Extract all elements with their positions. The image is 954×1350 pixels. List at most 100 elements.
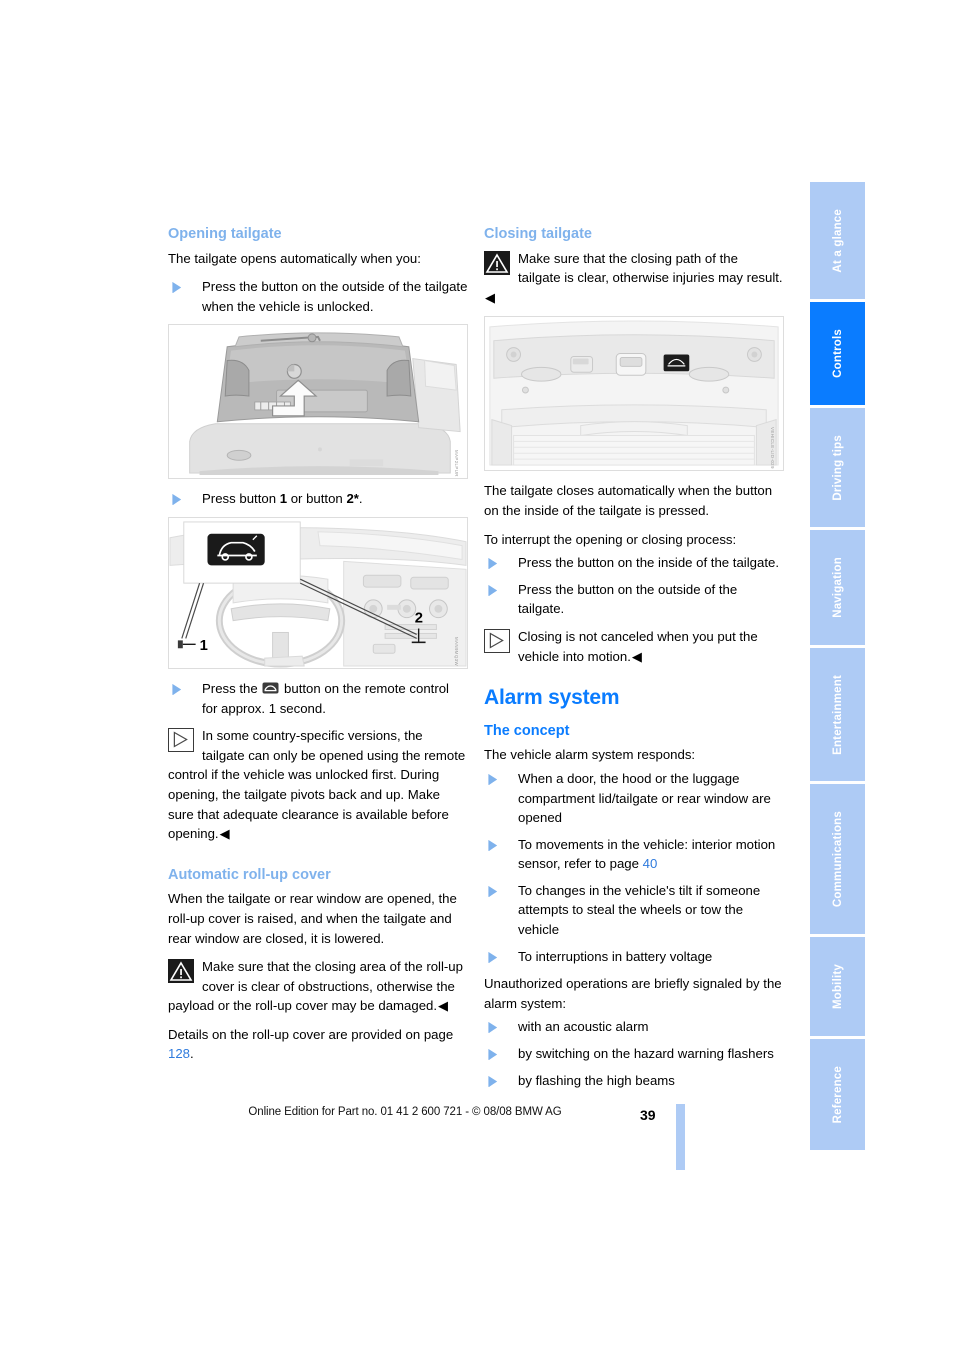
interrupt-intro-text: To interrupt the opening or closing proc… <box>484 531 737 547</box>
list-item-label: Press the button on the outside of the t… <box>518 581 738 617</box>
tab-communications[interactable]: Communications <box>810 784 865 938</box>
press-button-text-mid: or button <box>287 491 347 507</box>
end-mark-icon: ◀ <box>438 998 449 1014</box>
tab-label: Entertainment <box>831 674 844 755</box>
triangle-bullet-icon <box>488 584 497 596</box>
tab-label: Mobility <box>831 963 844 1010</box>
figure-tailgate-exterior: MAP2LPUR <box>168 324 468 480</box>
warning-icon <box>484 250 510 275</box>
tab-mobility[interactable]: Mobility <box>810 937 865 1039</box>
note-remote-body: In some country-specific versions, the t… <box>168 728 466 842</box>
note-remote-text: In some country-specific versions, the t… <box>168 728 465 841</box>
left-column: Opening tailgate The tailgate opens auto… <box>168 225 468 1073</box>
note-triangle-icon <box>489 632 504 649</box>
page-reference-link[interactable]: 40 <box>643 856 658 871</box>
opening-bullet-list: Press the button on the outside of the t… <box>168 277 468 316</box>
list-item-label: Press the button on the inside of the ta… <box>518 555 779 571</box>
section-tab-strip: At a glance Controls Driving tips Naviga… <box>810 182 865 1150</box>
triangle-bullet-icon <box>488 773 497 785</box>
interior-illustration: 1 2 <box>169 517 467 668</box>
note-remote-block: In some country-specific versions, the t… <box>168 726 468 844</box>
triangle-bullet-icon <box>488 885 497 897</box>
details-post: . <box>190 1046 194 1062</box>
list-item: When a door, the hood or the luggage com… <box>484 769 784 828</box>
remote-text-pre: Press the <box>202 680 262 696</box>
svg-text:2: 2 <box>415 611 423 627</box>
triangle-bullet-icon <box>172 683 181 695</box>
triangle-bullet-icon <box>488 839 497 851</box>
warning-triangle-icon <box>484 250 510 275</box>
tab-at-a-glance[interactable]: At a glance <box>810 182 865 303</box>
svg-text:1: 1 <box>200 638 208 654</box>
tailgate-exterior-illustration <box>169 325 467 479</box>
list-item-label: When a door, the hood or the luggage com… <box>518 770 771 826</box>
end-mark-icon: ◀ <box>219 826 230 842</box>
warning-rollup-body: Make sure that the closing area of the r… <box>168 959 463 1014</box>
note-closing-block: Closing is not canceled when you put the… <box>484 627 784 666</box>
heading-opening-tailgate: Opening tailgate <box>168 226 282 242</box>
details-pre: Details on the roll-up cover are provide… <box>168 1026 454 1042</box>
triangle-bullet-icon <box>488 1022 497 1034</box>
tab-label: At a glance <box>831 208 844 273</box>
list-item-label: with an acoustic alarm <box>518 1019 649 1035</box>
list-item: To movements in the vehicle: interior mo… <box>484 835 784 874</box>
manual-page: At a glance Controls Driving tips Naviga… <box>0 0 954 1350</box>
footer-text: Online Edition for Part no. 01 41 2 600 … <box>248 1106 562 1118</box>
list-item-label: by switching on the hazard warning flash… <box>518 1046 774 1062</box>
heading-automatic-rollup-cover: Automatic roll-up cover <box>168 866 331 883</box>
warning-closing-block: Make sure that the closing path of the t… <box>484 249 784 308</box>
tab-label: Driving tips <box>831 434 844 501</box>
list-item: Press the button on the remote control f… <box>168 679 468 718</box>
warning-rollup-text: Make sure that the closing area of the r… <box>168 959 463 1013</box>
alarm-responds-list: When a door, the hood or the luggage com… <box>484 769 784 966</box>
concept-intro-text: The vehicle alarm system responds: <box>484 747 696 763</box>
tab-label: Navigation <box>831 557 844 618</box>
end-mark-icon: ◀ <box>631 648 643 664</box>
triangle-bullet-icon <box>172 282 181 294</box>
triangle-bullet-icon <box>488 1075 497 1087</box>
press-button-text-pre: Press button <box>202 491 280 507</box>
press-button-bullet: Press button 1 or button 2*. <box>168 489 468 509</box>
triangle-bullet-icon <box>488 1049 497 1061</box>
note-icon <box>168 728 194 753</box>
rollup-body-text: When the tailgate or rear window are ope… <box>168 891 457 946</box>
list-item: Press the button on the outside of the t… <box>484 580 784 619</box>
triangle-bullet-icon <box>488 951 497 963</box>
list-item-label: To changes in the vehicle's tilt if some… <box>518 882 761 938</box>
tab-reference[interactable]: Reference <box>810 1038 865 1150</box>
figure-tailgate-interior: VEHICLE-LID-029 <box>484 316 784 472</box>
list-item-label: To interruptions in battery voltage <box>518 948 713 964</box>
list-item: Press the button on the inside of the ta… <box>484 553 784 573</box>
button-number-2: 2* <box>346 491 359 507</box>
opening-intro-text: The tailgate opens automatically when yo… <box>168 250 421 266</box>
list-item: Press the button on the outside of the t… <box>168 277 468 316</box>
tab-entertainment[interactable]: Entertainment <box>810 647 865 785</box>
tab-driving-tips[interactable]: Driving tips <box>810 407 865 531</box>
warning-triangle-icon <box>168 959 194 984</box>
tailgate-interior-illustration <box>485 317 783 471</box>
heading-closing-tailgate: Closing tailgate <box>484 226 592 242</box>
warning-closing-text: Make sure that the closing path of the t… <box>484 251 783 305</box>
figure-code: MAP2LPUR <box>454 449 459 477</box>
tab-controls[interactable]: Controls <box>810 302 865 408</box>
tab-navigation[interactable]: Navigation <box>810 530 865 648</box>
triangle-bullet-icon <box>488 558 497 570</box>
page-reference-link[interactable]: 128 <box>168 1046 190 1061</box>
list-item-label: by flashing the high beams <box>518 1072 675 1088</box>
list-item: To interruptions in battery voltage <box>484 947 784 967</box>
heading-the-concept: The concept <box>484 722 570 739</box>
figure-code: VEHICLE-LID-029 <box>770 426 775 469</box>
note-triangle-icon <box>173 731 188 748</box>
warning-icon <box>168 959 194 984</box>
list-item: Press button 1 or button 2*. <box>168 489 468 509</box>
rollup-details-text: Details on the roll-up cover are provide… <box>168 1025 468 1064</box>
end-mark-icon: ◀ <box>485 289 496 305</box>
alarm-signals-list: with an acoustic alarm by switching on t… <box>484 1017 784 1090</box>
heading-alarm-system: Alarm system <box>484 686 620 710</box>
warning-rollup-block: Make sure that the closing area of the r… <box>168 957 468 1016</box>
unauthorized-intro-text: Unauthorized operations are briefly sign… <box>484 976 782 1011</box>
figure-code: MAN9MQ3W <box>454 636 459 666</box>
note-icon <box>484 628 510 653</box>
list-item: To changes in the vehicle's tilt if some… <box>484 881 784 940</box>
interrupt-bullet-list: Press the button on the inside of the ta… <box>484 553 784 619</box>
